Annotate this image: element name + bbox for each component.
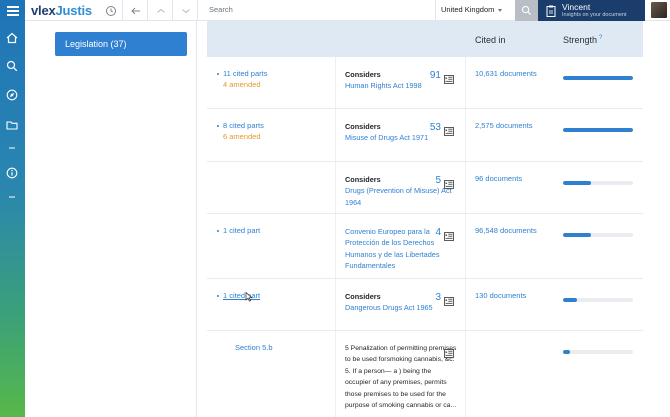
table-row[interactable]: Considers Drugs (Prevention of Misuse) A… [207, 162, 643, 214]
separator [122, 0, 123, 21]
strength-bar-fill [563, 233, 591, 237]
cited-in-link[interactable]: 10,631 documents [475, 69, 537, 78]
chevron-up-icon[interactable] [155, 4, 167, 16]
info-icon[interactable] [5, 166, 19, 180]
strength-header-label: Strength [563, 35, 598, 45]
cited-parts-link[interactable]: 1 cited part [217, 291, 260, 300]
clipboard-icon [546, 4, 556, 17]
more-dash-icon [5, 190, 19, 204]
chevron-down-icon[interactable] [180, 4, 192, 16]
citation-count[interactable]: 91 [429, 70, 441, 81]
separator [172, 0, 173, 21]
strength-bar [563, 76, 633, 80]
search-icon[interactable] [5, 59, 19, 73]
legislation-title-link[interactable]: Misuse of Drugs Act 1971 [345, 132, 457, 143]
home-icon[interactable] [5, 31, 19, 45]
compass-icon[interactable] [5, 88, 19, 102]
table-row[interactable]: 8 cited parts 6 amended Considers Misuse… [207, 109, 643, 162]
section-row[interactable]: Section 5.b 5 Penalization of permitting… [207, 331, 643, 417]
logo-bold-text: Justis [55, 3, 93, 18]
app-window: vlexJustis Search United Kingdom Vincent… [0, 0, 670, 417]
cited-in-link[interactable]: 2,575 documents [475, 121, 533, 130]
strength-bar [563, 233, 633, 237]
legislation-title-link[interactable]: Drugs (Prevention of Misuse) Act 1964 [345, 185, 457, 208]
table-row[interactable]: 11 cited parts 4 amended Considers Human… [207, 57, 643, 109]
citations-table: Cited in Strength? 11 cited parts 4 amen… [207, 21, 643, 417]
vlex-justis-logo[interactable]: vlexJustis [31, 3, 92, 18]
bullet [217, 125, 219, 128]
cited-parts-label: 11 cited parts [223, 69, 268, 78]
cited-parts-link[interactable]: 11 cited parts [217, 69, 267, 78]
mouse-cursor-icon [245, 292, 253, 302]
strength-bar-fill [563, 181, 591, 185]
strength-bar-fill [563, 350, 570, 354]
separator [147, 0, 148, 21]
strength-bar-fill [563, 298, 577, 302]
citation-count[interactable]: 53 [429, 122, 441, 133]
cited-in-link[interactable]: 130 documents [475, 291, 526, 300]
strength-bar-fill [563, 128, 633, 132]
user-name: Vincent [562, 2, 591, 12]
document-list-icon[interactable] [444, 293, 454, 306]
cited-parts-label: 1 cited part [223, 226, 261, 235]
bullet [217, 230, 219, 233]
strength-bar-fill [563, 76, 633, 80]
help-icon[interactable]: ? [599, 35, 602, 41]
search-input[interactable]: Search [209, 5, 233, 14]
insights-user-panel[interactable]: Vincent Insights on your document [538, 0, 645, 21]
amended-count[interactable]: 6 amended [223, 132, 261, 141]
document-list-icon[interactable] [444, 228, 454, 241]
cited-in-link[interactable]: 96 documents [475, 174, 522, 183]
citation-count[interactable]: 5 [429, 175, 441, 186]
left-rail [0, 0, 25, 417]
separator [435, 0, 436, 21]
document-list-icon[interactable] [444, 345, 454, 358]
back-arrow-icon[interactable] [130, 4, 142, 16]
cited-parts-label: 1 cited part [223, 291, 261, 300]
cited-parts-label: 8 cited parts [223, 121, 264, 130]
top-bar: vlexJustis Search United Kingdom Vincent… [0, 0, 670, 21]
user-subtitle: Insights on your document [562, 12, 627, 18]
table-row[interactable]: 1 cited part Convenio Europeo para la Pr… [207, 214, 643, 279]
document-list-icon[interactable] [444, 176, 454, 189]
strength-bar [563, 181, 633, 185]
bullet [217, 73, 219, 76]
avatar[interactable] [651, 2, 667, 18]
country-label: United Kingdom [441, 5, 495, 14]
logo-text: vlex [31, 3, 56, 18]
search-button[interactable] [515, 0, 538, 21]
strength-bar [563, 298, 633, 302]
legislation-title-link[interactable]: Human Rights Act 1998 [345, 80, 457, 91]
divider-dash-icon [5, 141, 19, 155]
cited-parts-link[interactable]: 1 cited part [217, 226, 260, 235]
citation-count[interactable]: 4 [429, 227, 441, 238]
bullet [217, 295, 219, 298]
strength-bar [563, 350, 633, 354]
caret-down-icon [498, 8, 503, 12]
document-list-icon[interactable] [444, 123, 454, 136]
legislation-filter-button[interactable]: Legislation (37) [55, 32, 187, 56]
separator [197, 0, 198, 21]
citation-count[interactable]: 3 [429, 292, 441, 303]
section-text: 5 Penalization of permitting premises to… [345, 345, 457, 410]
strength-bar [563, 128, 633, 132]
document-list-icon[interactable] [444, 71, 454, 84]
cited-parts-link[interactable]: 8 cited parts [217, 121, 264, 130]
table-row[interactable]: 1 cited part Considers Dangerous Drugs A… [207, 279, 643, 331]
section-link[interactable]: Section 5.b [235, 343, 273, 352]
amended-count[interactable]: 4 amended [223, 80, 261, 89]
hamburger-menu-icon[interactable] [0, 0, 25, 21]
cited-in-link[interactable]: 96,548 documents [475, 226, 537, 235]
filter-panel: Legislation (37) [25, 21, 197, 417]
country-select[interactable]: United Kingdom [441, 5, 503, 14]
legislation-title-link[interactable]: Dangerous Drugs Act 1965 [345, 302, 457, 313]
magnifier-icon [521, 5, 532, 16]
strength-header: Strength? [563, 35, 602, 45]
history-icon[interactable] [105, 4, 117, 16]
folder-icon[interactable] [5, 118, 19, 132]
table-header: Cited in Strength? [207, 21, 643, 57]
cited-in-header: Cited in [475, 35, 506, 45]
